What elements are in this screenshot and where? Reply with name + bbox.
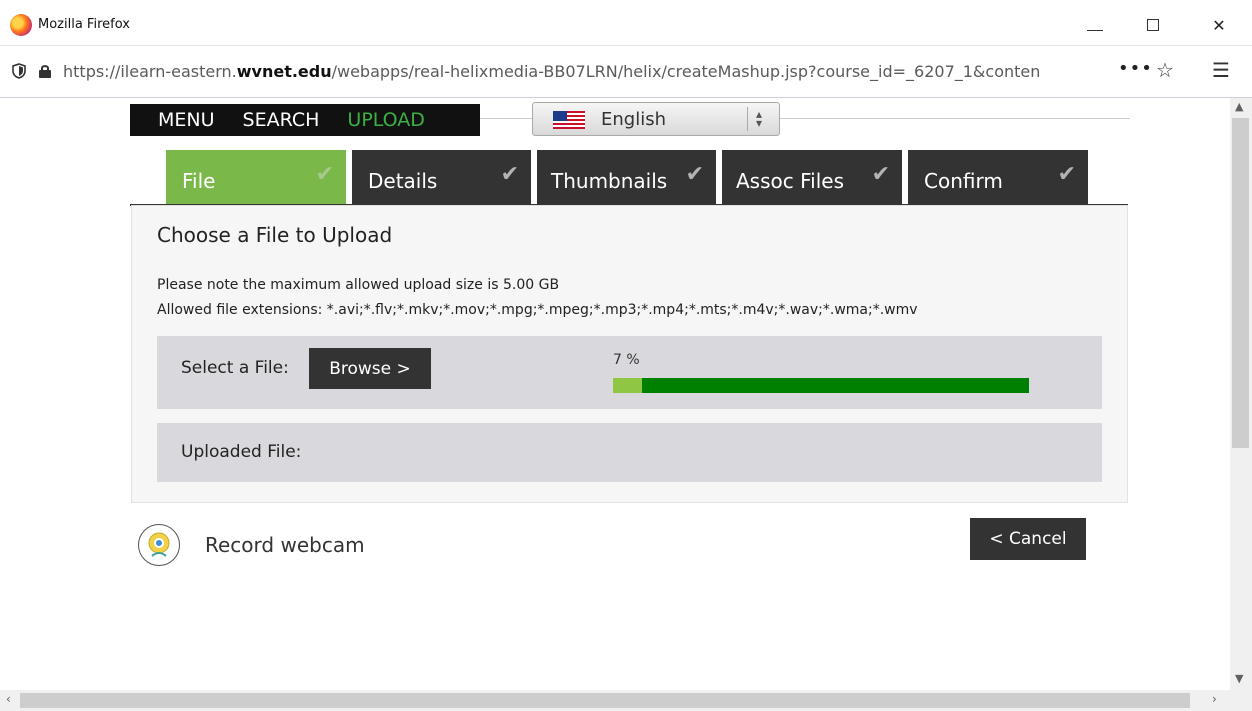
- url-path: /webapps/real-helixmedia-BB07LRN/helix/c…: [331, 62, 1041, 81]
- horizontal-scrollbar[interactable]: ‹ ›: [0, 690, 1252, 711]
- minimize-icon: [1087, 29, 1103, 31]
- webcam-icon-circle: [138, 524, 180, 566]
- close-window-button[interactable]: ✕: [1196, 10, 1242, 40]
- close-icon: ✕: [1212, 15, 1226, 35]
- upload-steps-tabs: File ✔ Details ✔ Thumbnails ✔ Assoc File…: [166, 150, 1094, 204]
- checkmark-icon: ✔: [315, 162, 334, 187]
- page-title: Choose a File to Upload: [157, 223, 393, 247]
- scroll-thumb-horizontal[interactable]: [20, 693, 1190, 708]
- tab-assoc-files[interactable]: Assoc Files ✔: [722, 150, 902, 204]
- checkmark-icon: ✔: [685, 162, 704, 187]
- tab-label: Details: [368, 169, 438, 193]
- select-arrows-icon: ▴ ▾: [756, 107, 763, 130]
- progress-percent: 7 %: [613, 352, 640, 368]
- url-prefix: https://ilearn-eastern.: [63, 62, 237, 81]
- scroll-thumb[interactable]: [1232, 118, 1249, 448]
- star-icon[interactable]: ☆: [1156, 58, 1174, 82]
- scroll-up-icon[interactable]: ▲: [1235, 100, 1243, 113]
- url-domain: wvnet.edu: [236, 62, 332, 81]
- language-value: English: [601, 109, 666, 130]
- vertical-scrollbar[interactable]: ▲ ▼: [1230, 98, 1252, 690]
- nav-upload[interactable]: UPLOAD: [347, 109, 425, 131]
- page-actions-button[interactable]: •••: [1118, 58, 1153, 79]
- uploaded-file-label: Uploaded File:: [181, 442, 302, 462]
- top-nav: MENU SEARCH UPLOAD: [130, 104, 480, 136]
- tab-label: Thumbnails: [551, 169, 668, 193]
- tab-label: File: [182, 169, 216, 193]
- nav-menu[interactable]: MENU: [158, 109, 215, 131]
- scroll-right-icon[interactable]: ›: [1212, 692, 1217, 706]
- upload-progress-bar: [613, 378, 1029, 393]
- browse-button[interactable]: Browse >: [309, 348, 431, 389]
- tracking-shield-icon[interactable]: [12, 63, 26, 79]
- tab-details[interactable]: Details ✔: [352, 150, 531, 204]
- checkmark-icon: ✔: [1057, 162, 1076, 187]
- progress-fill: [613, 378, 643, 393]
- lock-icon[interactable]: [38, 64, 52, 78]
- hamburger-icon[interactable]: ☰: [1212, 58, 1230, 82]
- select-file-label: Select a File:: [181, 358, 289, 378]
- maximize-icon: [1147, 19, 1159, 31]
- maximize-button[interactable]: [1130, 10, 1176, 40]
- tab-confirm[interactable]: Confirm ✔: [908, 150, 1088, 204]
- select-divider: [747, 107, 748, 131]
- checkmark-icon: ✔: [500, 162, 519, 187]
- extensions-note: Allowed file extensions: *.avi;*.flv;*.m…: [157, 302, 918, 318]
- tab-label: Assoc Files: [736, 169, 844, 193]
- firefox-logo-icon: [10, 14, 32, 36]
- cancel-button[interactable]: < Cancel: [970, 518, 1086, 560]
- window-titlebar: Mozilla Firefox ✕: [0, 0, 1252, 46]
- scroll-down-icon[interactable]: ▼: [1235, 672, 1243, 685]
- language-select[interactable]: English ▴ ▾: [532, 102, 780, 136]
- upload-panel: Choose a File to Upload Please note the …: [131, 205, 1128, 503]
- max-size-note: Please note the maximum allowed upload s…: [157, 277, 560, 293]
- uploaded-file-row: Uploaded File:: [157, 423, 1102, 482]
- checkmark-icon: ✔: [871, 162, 890, 187]
- address-bar: https://ilearn-eastern.wvnet.edu/webapps…: [0, 46, 1252, 98]
- tab-thumbnails[interactable]: Thumbnails ✔: [537, 150, 716, 204]
- us-flag-icon: [553, 111, 585, 129]
- tab-label: Confirm: [924, 169, 1003, 193]
- minimize-button[interactable]: [1072, 10, 1118, 40]
- webcam-icon: [148, 532, 170, 557]
- record-webcam-link[interactable]: Record webcam: [138, 524, 365, 566]
- scroll-left-icon[interactable]: ‹: [6, 692, 11, 706]
- url-field[interactable]: https://ilearn-eastern.wvnet.edu/webapps…: [63, 62, 1113, 81]
- record-webcam-label: Record webcam: [205, 533, 365, 557]
- select-file-row: Select a File: Browse > 7 %: [157, 336, 1102, 409]
- tab-file[interactable]: File ✔: [166, 150, 346, 204]
- window-title: Mozilla Firefox: [38, 17, 130, 32]
- nav-search[interactable]: SEARCH: [243, 109, 320, 131]
